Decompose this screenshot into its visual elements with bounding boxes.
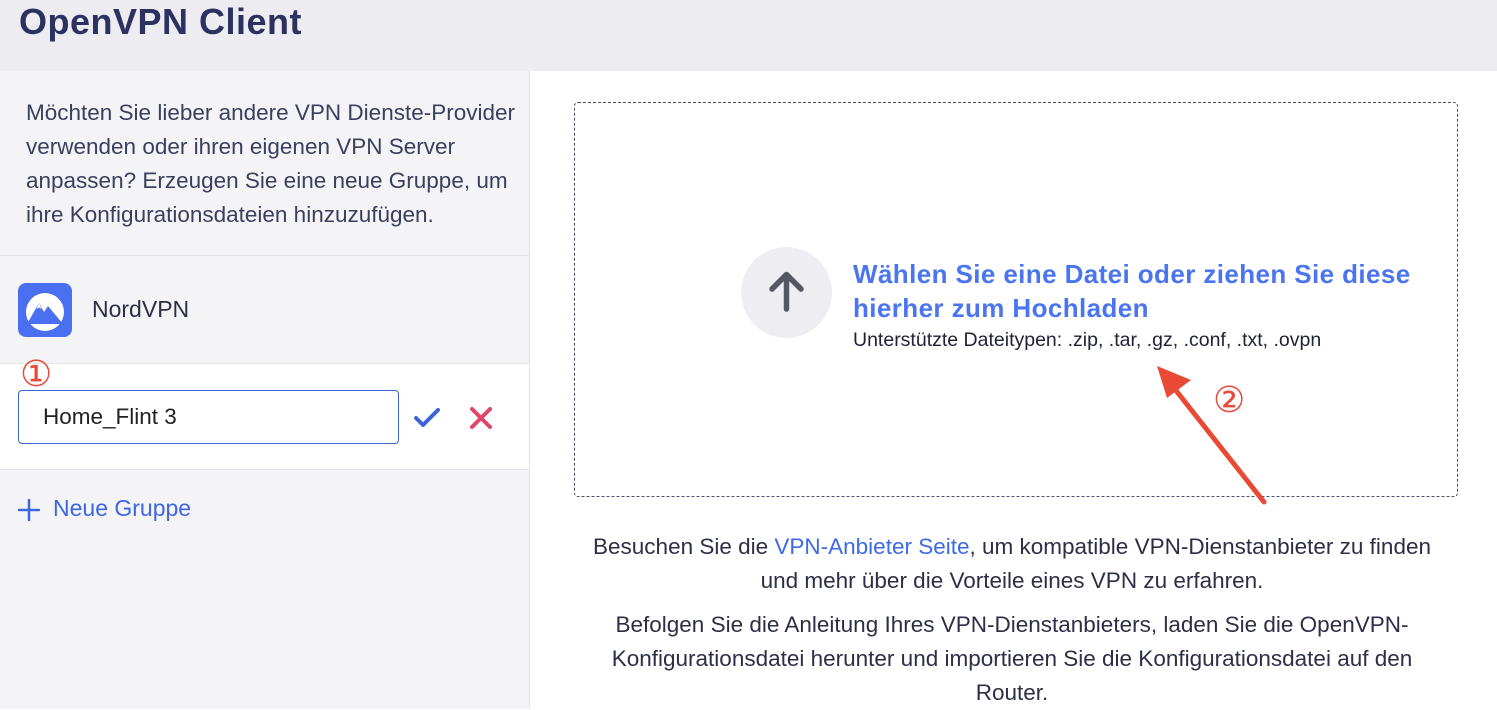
instructions-text: Befolgen Sie die Anleitung Ihres VPN-Die… — [611, 612, 1413, 705]
plus-icon — [18, 498, 40, 522]
info-text-start: Besuchen Sie die — [593, 534, 775, 559]
new-group-label: Neue Gruppe — [53, 495, 192, 521]
group-name-input[interactable] — [18, 390, 399, 444]
page-header: OpenVPN Client — [0, 0, 1497, 71]
annotation-marker-1: ① — [20, 354, 53, 395]
cancel-button[interactable] — [465, 402, 497, 434]
sidebar-item-nordvpn[interactable]: NordVPN — [0, 256, 529, 364]
edit-group-row: ① — [0, 354, 529, 470]
supported-file-types: Unterstützte Dateitypen: .zip, .tar, .gz… — [853, 329, 1322, 351]
intro-text: Möchten Sie lieber andere VPN Dienste-Pr… — [26, 100, 515, 227]
checkmark-icon — [414, 408, 440, 427]
provider-name: NordVPN — [92, 296, 190, 322]
annotation-marker-2: ② — [1213, 380, 1246, 421]
sidebar-intro: Möchten Sie lieber andere VPN Dienste-Pr… — [0, 71, 529, 256]
upload-title: Wählen Sie eine Datei oder ziehen Sie di… — [853, 259, 1411, 323]
confirm-button[interactable] — [411, 402, 443, 434]
upload-dropzone[interactable]: Wählen Sie eine Datei oder ziehen Sie di… — [574, 102, 1458, 497]
vpn-provider-link[interactable]: VPN-Anbieter Seite — [774, 534, 969, 559]
close-icon — [470, 407, 492, 429]
page-title: OpenVPN Client — [19, 1, 303, 42]
provider-info-text: Besuchen Sie die VPN-Anbieter Seite, um … — [580, 530, 1444, 598]
sidebar: Möchten Sie lieber andere VPN Dienste-Pr… — [0, 71, 530, 709]
nordvpn-logo-icon — [18, 283, 72, 337]
upload-arrow-icon — [741, 247, 832, 338]
